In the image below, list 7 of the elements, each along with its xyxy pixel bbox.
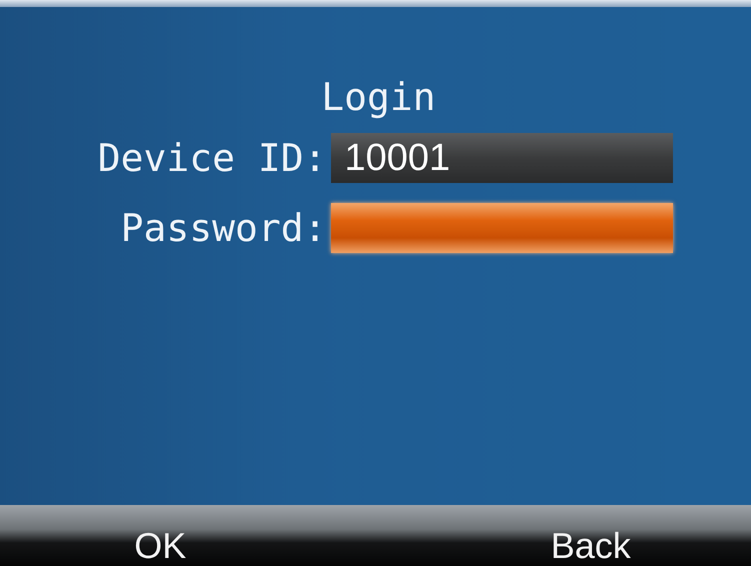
input-field[interactable]: [330, 203, 672, 253]
ok-button[interactable]: OK: [0, 505, 400, 566]
back-button[interactable]: Back: [400, 505, 751, 566]
field-label: Password:: [120, 206, 328, 250]
field-label: Device ID:: [96, 136, 328, 180]
login-title: Login: [321, 75, 436, 119]
input-field[interactable]: 10001: [330, 133, 672, 183]
